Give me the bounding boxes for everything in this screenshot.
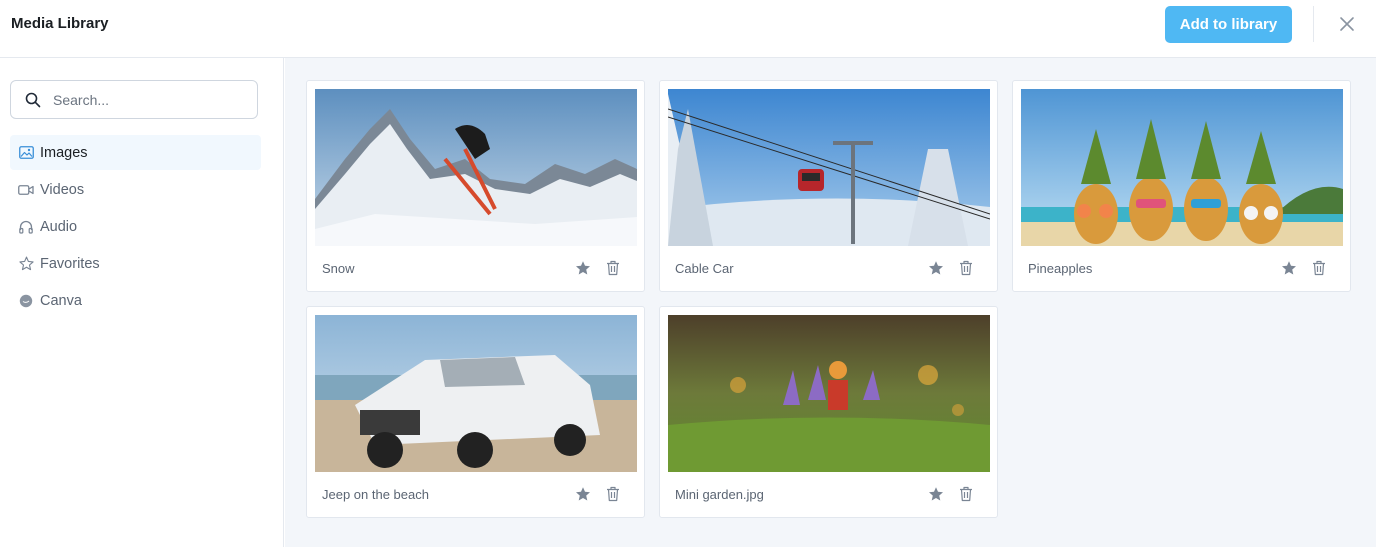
media-card[interactable]: Jeep on the beach — [306, 306, 645, 518]
trash-icon[interactable] — [606, 260, 620, 276]
star-icon — [18, 256, 34, 272]
sidebar-item-images[interactable]: Images — [10, 135, 261, 170]
media-title: Pineapples — [1028, 261, 1093, 276]
media-title: Jeep on the beach — [322, 487, 429, 502]
card-footer: Jeep on the beach — [307, 473, 644, 517]
sidebar-item-label: Videos — [40, 181, 85, 198]
media-title: Cable Car — [675, 261, 734, 276]
close-button[interactable] — [1337, 14, 1357, 34]
star-icon[interactable] — [928, 260, 944, 276]
search-input[interactable] — [53, 91, 233, 108]
sidebar-item-favorites[interactable]: Favorites — [10, 246, 261, 281]
card-footer: Mini garden.jpg — [660, 473, 997, 517]
media-thumbnail[interactable] — [1021, 89, 1343, 246]
star-icon[interactable] — [575, 486, 591, 502]
media-card[interactable]: Pineapples — [1012, 80, 1351, 292]
trash-icon[interactable] — [1312, 260, 1326, 276]
search-icon — [25, 92, 41, 107]
star-icon[interactable] — [1281, 260, 1297, 276]
sidebar-item-label: Audio — [40, 218, 78, 235]
sidebar: Images Videos Audio Favorites Canva — [0, 58, 284, 547]
header-bar: Media Library Add to library — [0, 0, 1376, 58]
sidebar-item-label: Canva — [40, 292, 82, 309]
sidebar-item-audio[interactable]: Audio — [10, 209, 261, 244]
star-icon[interactable] — [928, 486, 944, 502]
video-icon — [18, 182, 34, 198]
media-thumbnail[interactable] — [315, 315, 637, 472]
page-title: Media Library — [11, 15, 109, 32]
sidebar-item-label: Images — [40, 144, 88, 161]
star-icon[interactable] — [575, 260, 591, 276]
media-thumbnail[interactable] — [315, 89, 637, 246]
sidebar-item-videos[interactable]: Videos — [10, 172, 261, 207]
media-title: Snow — [322, 261, 355, 276]
card-footer: Pineapples — [1013, 247, 1350, 291]
image-icon — [18, 145, 34, 161]
media-thumbnail[interactable] — [668, 89, 990, 246]
close-icon — [1340, 17, 1354, 31]
trash-icon[interactable] — [959, 486, 973, 502]
media-card[interactable]: Mini garden.jpg — [659, 306, 998, 518]
headphones-icon — [18, 219, 34, 235]
canva-icon — [18, 293, 34, 309]
sidebar-item-canva[interactable]: Canva — [10, 283, 261, 318]
sidebar-item-label: Favorites — [40, 255, 100, 272]
trash-icon[interactable] — [606, 486, 620, 502]
search-box[interactable] — [10, 80, 258, 119]
media-title: Mini garden.jpg — [675, 487, 764, 502]
media-grid: Snow Cable Car Pineapples Jeep on the be… — [285, 58, 1376, 547]
media-thumbnail[interactable] — [668, 315, 990, 472]
add-to-library-button[interactable]: Add to library — [1165, 6, 1292, 43]
media-card[interactable]: Cable Car — [659, 80, 998, 292]
card-footer: Cable Car — [660, 247, 997, 291]
media-card[interactable]: Snow — [306, 80, 645, 292]
trash-icon[interactable] — [959, 260, 973, 276]
card-footer: Snow — [307, 247, 644, 291]
header-divider — [1313, 6, 1314, 42]
